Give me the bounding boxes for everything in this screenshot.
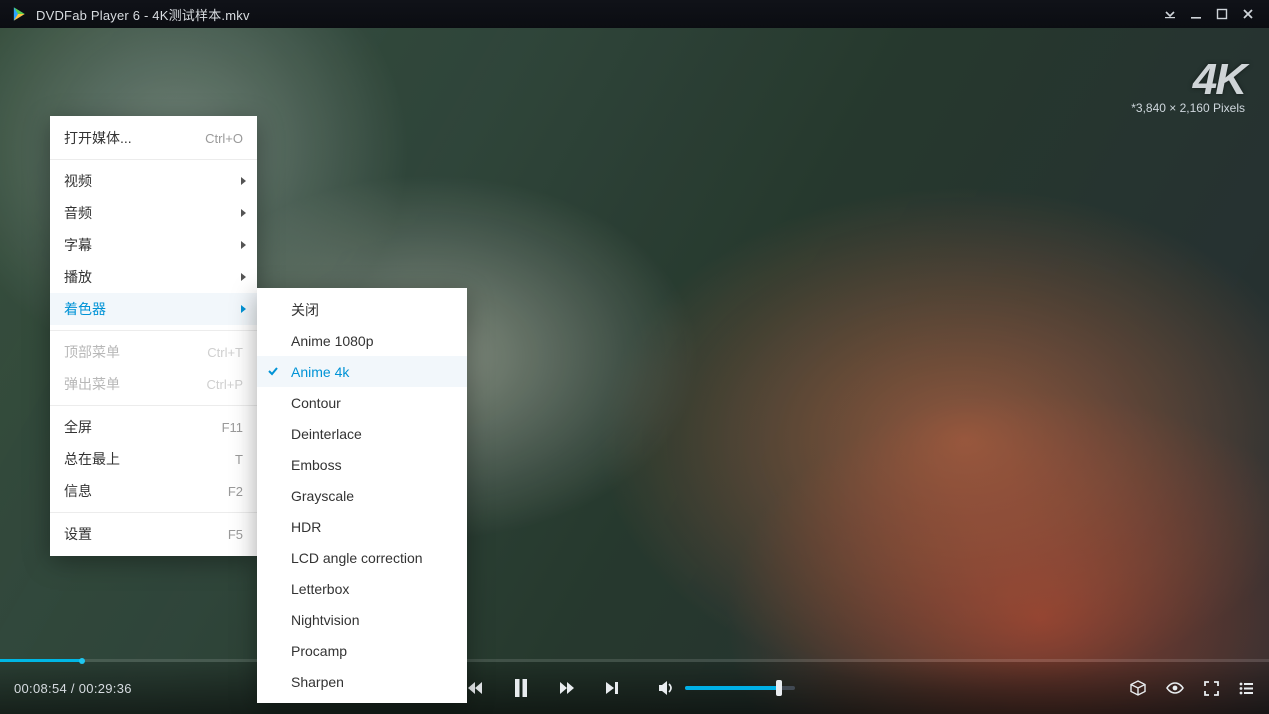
menu-info[interactable]: 信息 F2 xyxy=(50,475,257,507)
fullscreen-icon[interactable] xyxy=(1203,680,1220,697)
shader-item[interactable]: LCD angle correction xyxy=(257,542,467,573)
menu-subtitle[interactable]: 字幕 xyxy=(50,229,257,261)
chevron-right-icon xyxy=(240,269,247,285)
shader-item[interactable]: Anime 1080p xyxy=(257,325,467,356)
chevron-right-icon xyxy=(240,205,247,221)
shader-item[interactable]: Deinterlace xyxy=(257,418,467,449)
shader-item[interactable]: Contour xyxy=(257,387,467,418)
menu-video[interactable]: 视频 xyxy=(50,165,257,197)
shader-item[interactable]: Nightvision xyxy=(257,604,467,635)
menu-open-media[interactable]: 打开媒体... Ctrl+O xyxy=(50,122,257,154)
menu-top-menu: 顶部菜单 Ctrl+T xyxy=(50,336,257,368)
titlebar: DVDFab Player 6 - 4K测试样本.mkv xyxy=(0,0,1269,28)
maximize-button[interactable] xyxy=(1209,0,1235,28)
volume-slider[interactable] xyxy=(685,686,795,690)
app-window: DVDFab Player 6 - 4K测试样本.mkv 4K *3,840 ×… xyxy=(0,0,1269,714)
menu-settings[interactable]: 设置 F5 xyxy=(50,518,257,550)
pause-button[interactable] xyxy=(511,677,531,699)
eye-icon[interactable] xyxy=(1165,679,1185,697)
menu-playback[interactable]: 播放 xyxy=(50,261,257,293)
shader-item[interactable]: Grayscale xyxy=(257,480,467,511)
controls-bar: 00:08:54 / 00:29:36 xyxy=(0,662,1269,714)
time-total: 00:29:36 xyxy=(79,681,132,696)
shader-submenu: 关闭 Anime 1080p Anime 4k Contour Deinterl… xyxy=(257,288,467,703)
cube-3d-icon[interactable] xyxy=(1129,679,1147,697)
minimize-button[interactable] xyxy=(1183,0,1209,28)
context-menu: 打开媒体... Ctrl+O 视频 音频 字幕 播放 着色器 顶部菜单 Ctrl… xyxy=(50,116,257,556)
next-button[interactable] xyxy=(603,679,621,697)
badge-resolution: *3,840 × 2,160 Pixels xyxy=(1131,101,1245,115)
chevron-right-icon xyxy=(240,237,247,253)
playlist-icon[interactable] xyxy=(1238,680,1255,697)
check-icon xyxy=(267,364,279,380)
menu-shader[interactable]: 着色器 xyxy=(50,293,257,325)
menu-popup-menu: 弹出菜单 Ctrl+P xyxy=(50,368,257,400)
menu-fullscreen[interactable]: 全屏 F11 xyxy=(50,411,257,443)
shader-item[interactable]: Sharpen xyxy=(257,666,467,697)
window-title: DVDFab Player 6 - 4K测试样本.mkv xyxy=(36,5,250,24)
resolution-badge: 4K *3,840 × 2,160 Pixels xyxy=(1131,62,1245,115)
shader-item-selected[interactable]: Anime 4k xyxy=(257,356,467,387)
shader-item[interactable]: Letterbox xyxy=(257,573,467,604)
time-display: 00:08:54 / 00:29:36 xyxy=(14,681,132,696)
shader-item[interactable]: HDR xyxy=(257,511,467,542)
shader-item[interactable]: Emboss xyxy=(257,449,467,480)
time-current: 00:08:54 xyxy=(14,681,67,696)
forward-button[interactable] xyxy=(557,678,577,698)
badge-logo: 4K xyxy=(1131,62,1245,97)
app-logo-icon xyxy=(8,4,28,24)
progress-bar[interactable] xyxy=(0,659,1269,662)
chevron-right-icon xyxy=(240,301,247,317)
menu-always-top[interactable]: 总在最上 T xyxy=(50,443,257,475)
dropdown-button[interactable] xyxy=(1157,0,1183,28)
shader-item[interactable]: 关闭 xyxy=(257,294,467,325)
volume-control xyxy=(657,679,795,697)
close-button[interactable] xyxy=(1235,0,1261,28)
volume-icon[interactable] xyxy=(657,679,675,697)
rewind-button[interactable] xyxy=(465,678,485,698)
progress-fill xyxy=(0,659,82,662)
menu-audio[interactable]: 音频 xyxy=(50,197,257,229)
chevron-right-icon xyxy=(240,173,247,189)
shader-item[interactable]: Procamp xyxy=(257,635,467,666)
transport-controls xyxy=(465,677,805,699)
right-controls xyxy=(1129,679,1255,697)
